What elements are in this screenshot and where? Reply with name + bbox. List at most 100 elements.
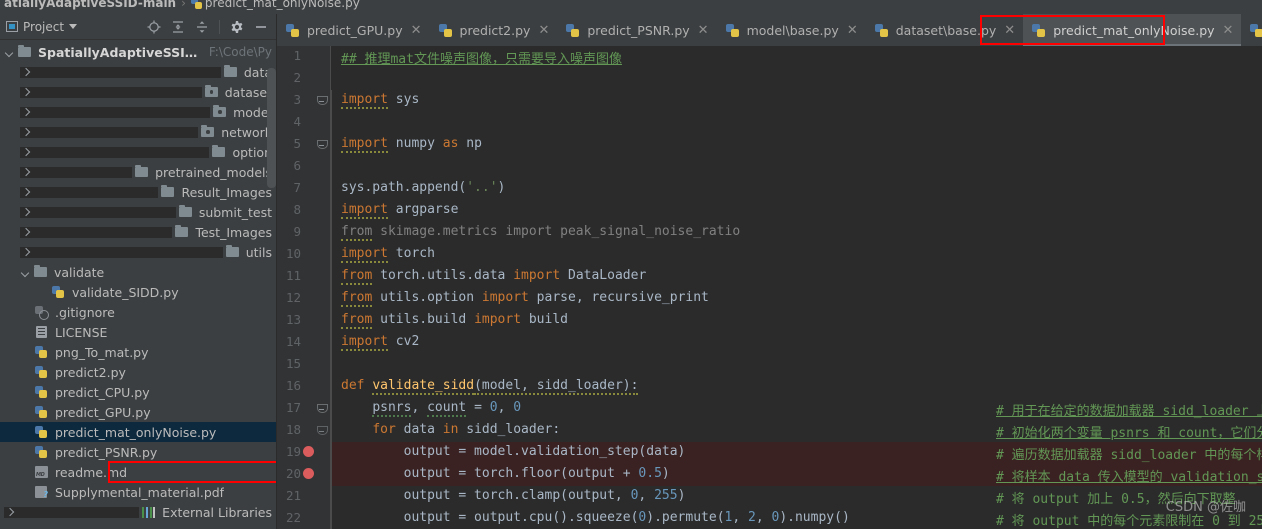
libraries-icon (141, 505, 157, 519)
tree-row-model[interactable]: model (0, 102, 276, 122)
tab-png-to-mat[interactable]: png_To_mat.p (1241, 14, 1262, 46)
line-number: 4 (293, 114, 301, 129)
caret-down-icon[interactable] (69, 24, 78, 29)
close-icon[interactable]: ✕ (847, 24, 858, 37)
code-line-19: output = model.validation_step(data) (341, 444, 686, 459)
tree-row-predict-gpu[interactable]: predict_GPU.py (0, 402, 276, 422)
tree-row-gitignore[interactable]: .gitignore (0, 302, 276, 322)
line-number: 18 (285, 422, 301, 437)
close-icon[interactable]: ✕ (538, 24, 549, 37)
code-fold-icon[interactable] (317, 140, 328, 151)
tree-row-predict-cpu[interactable]: predict_CPU.py (0, 382, 276, 402)
tree-row-predict-mat-onlynoise[interactable]: predict_mat_onlyNoise.py (0, 422, 276, 442)
code-line-10: import torch (341, 246, 435, 263)
tab-model-base[interactable]: model\base.py ✕ (717, 14, 866, 46)
breakpoint-marker[interactable] (303, 468, 314, 479)
chevron-right-icon[interactable] (20, 246, 223, 258)
tree-row-pretrained-models[interactable]: pretrained_models (0, 162, 276, 182)
tree-row-utils[interactable]: utils (0, 242, 276, 262)
code-editor[interactable]: 1 2 3 4 5 6 7 8 9 10 11 12 13 14 15 16 1 (277, 46, 1262, 529)
close-icon[interactable]: ✕ (1004, 24, 1015, 37)
tab-predict-mat-onlynoise[interactable]: predict_mat_onlyNoise.py ✕ (1023, 14, 1242, 46)
chevron-right-icon[interactable] (20, 186, 159, 198)
editor-gutter[interactable]: 1 2 3 4 5 6 7 8 9 10 11 12 13 14 15 16 1 (277, 46, 331, 529)
editor-tab-bar[interactable]: predict_GPU.py ✕ predict2.py ✕ predict_P… (277, 14, 1262, 46)
folder-icon (211, 145, 227, 159)
chevron-right-icon[interactable] (20, 206, 176, 218)
tree-row-option[interactable]: option (0, 142, 276, 162)
folder-icon (160, 185, 176, 199)
folder-icon (223, 65, 239, 79)
code-fold-icon[interactable] (317, 96, 328, 107)
tree-label: predict_PSNR.py (55, 444, 158, 460)
chevron-down-icon[interactable] (20, 267, 31, 278)
hide-panel-icon[interactable] (254, 20, 268, 34)
python-file-icon (34, 365, 50, 379)
code-content[interactable]: ## 推理mat文件噪声图像，只需要导入噪声图像 import sys impo… (331, 46, 1262, 529)
chevron-down-icon[interactable] (4, 47, 15, 58)
code-line-9: from skimage.metrics import peak_signal_… (341, 224, 741, 241)
chevron-right-icon[interactable] (20, 86, 202, 98)
tree-row-license[interactable]: LICENSE (0, 322, 276, 342)
python-file-icon (725, 23, 739, 37)
chevron-right-icon[interactable] (20, 166, 133, 178)
tree-row-network[interactable]: network (0, 122, 276, 142)
tree-row-predict2[interactable]: predict2.py (0, 362, 276, 382)
tree-label: Test_Images (195, 224, 272, 240)
close-icon[interactable]: ✕ (698, 24, 709, 37)
chevron-right-icon[interactable] (20, 126, 199, 138)
tree-row-root[interactable]: SpatiallyAdaptiveSSID-main F:\Code\Py (0, 42, 276, 62)
tab-predict2[interactable]: predict2.py ✕ (430, 14, 558, 46)
tree-row-readme[interactable]: readme.md (0, 462, 276, 482)
chevron-right-icon[interactable] (20, 106, 211, 118)
chevron-right-icon[interactable] (4, 506, 140, 518)
project-panel: Project SpatiallyAdaptiveSSID- F:\Code\P… (0, 14, 277, 529)
breadcrumb-file[interactable]: predict_mat_onlyNoise.py (205, 0, 360, 9)
code-fold-icon[interactable] (317, 426, 328, 437)
tree-row-test-images[interactable]: Test_Images (0, 222, 276, 242)
project-scrollbar[interactable] (267, 68, 276, 188)
line-number: 5 (293, 136, 301, 151)
python-file-icon (34, 425, 50, 439)
chevron-right-icon[interactable] (20, 146, 210, 158)
tab-predict-gpu[interactable]: predict_GPU.py ✕ (277, 14, 430, 46)
expand-all-icon[interactable] (171, 20, 185, 34)
tree-row-validate[interactable]: validate (0, 262, 276, 282)
python-file-icon (51, 285, 67, 299)
settings-gear-icon[interactable] (230, 20, 244, 34)
code-line-12: from utils.option import parse, recursiv… (341, 290, 709, 307)
tree-row-external-libraries[interactable]: External Libraries (0, 502, 276, 522)
line-number: 22 (285, 510, 301, 525)
close-icon[interactable]: ✕ (1223, 24, 1234, 37)
python-file-icon (34, 385, 50, 399)
code-line-1: ## 推理mat文件噪声图像，只需要导入噪声图像 (341, 52, 622, 67)
chevron-right-icon[interactable] (20, 66, 221, 78)
collapse-all-icon[interactable] (195, 20, 209, 34)
tree-row-submit-test[interactable]: submit_test (0, 202, 276, 222)
breadcrumb-separator: › (181, 0, 186, 10)
python-file-icon (874, 23, 888, 37)
tree-row-predict-psnr[interactable]: predict_PSNR.py (0, 442, 276, 462)
tree-row-dataset[interactable]: dataset (0, 82, 276, 102)
tab-dataset-base[interactable]: dataset\base.py ✕ (866, 14, 1023, 46)
chevron-right-icon[interactable] (20, 226, 173, 238)
line-number: 2 (293, 70, 301, 85)
tree-label: predict2.py (55, 364, 126, 380)
breakpoint-marker[interactable] (303, 446, 314, 457)
line-number: 9 (293, 224, 301, 239)
locate-icon[interactable] (147, 20, 161, 34)
close-icon[interactable]: ✕ (411, 24, 422, 37)
tree-row-supplemental-pdf[interactable]: Supplymental_material.pdf (0, 482, 276, 502)
tab-predict-psnr[interactable]: predict_PSNR.py ✕ (557, 14, 716, 46)
tree-row-validate-sidd[interactable]: validate_SIDD.py (0, 282, 276, 302)
tree-row-result-images[interactable]: Result_Images (0, 182, 276, 202)
breadcrumb-project[interactable]: atiallyAdaptiveSSID-main (4, 0, 176, 9)
tree-row-png-to-mat[interactable]: png_To_mat.py (0, 342, 276, 362)
code-line-18: for data in sidd_loader: (372, 422, 561, 437)
code-fold-icon[interactable] (317, 404, 328, 415)
tree-row-data[interactable]: data (0, 62, 276, 82)
project-tree[interactable]: SpatiallyAdaptiveSSID-main F:\Code\Py da… (0, 40, 276, 529)
project-title-group[interactable]: Project (6, 20, 78, 34)
code-line-17: psnrs, count = 0, 0 (372, 400, 522, 417)
tree-label: validate_SIDD.py (72, 284, 179, 300)
